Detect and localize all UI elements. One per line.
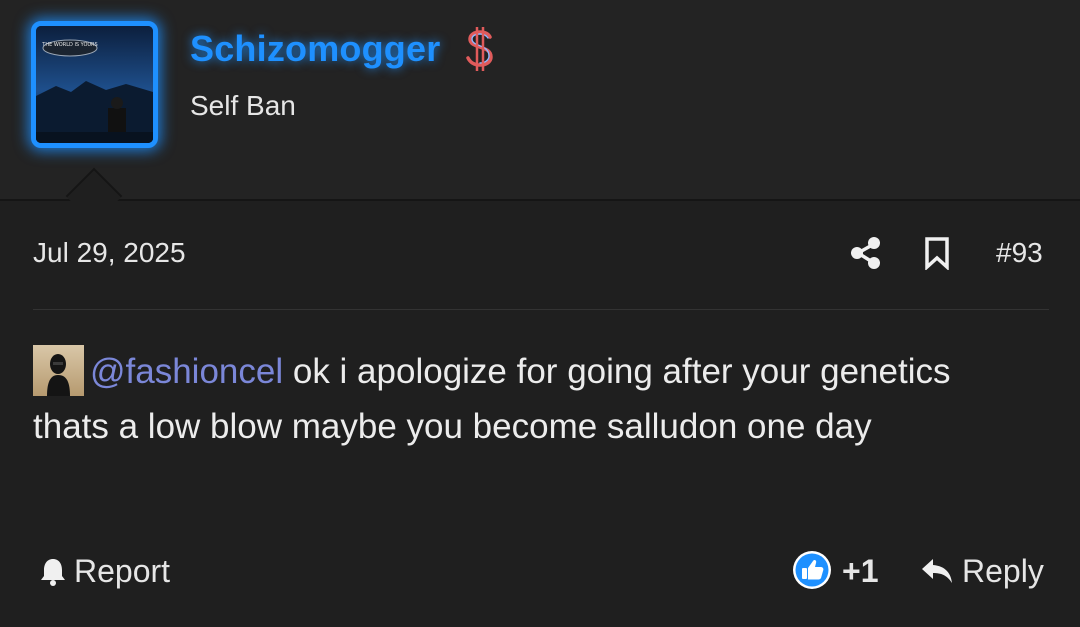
report-label: Report (74, 552, 171, 589)
content-divider (33, 309, 1049, 310)
post-number-link[interactable]: #93 (996, 237, 1043, 269)
post-header (0, 0, 1080, 200)
bookmark-icon[interactable] (924, 236, 950, 270)
reply-button[interactable]: Reply (920, 551, 1044, 591)
user-mention-link[interactable]: @fashioncel (90, 352, 283, 391)
reply-arrow-icon (922, 559, 952, 583)
header-separator (0, 199, 1080, 201)
user-title: Self Ban (190, 90, 296, 121)
bell-icon (41, 559, 65, 586)
post-date[interactable]: Jul 29, 2025 (33, 237, 186, 269)
avatar-sign-text: THE WORLD IS YOURS (41, 42, 97, 48)
dollar-sign-icon (466, 27, 493, 71)
report-button[interactable]: Report (38, 551, 170, 591)
reply-label: Reply (962, 552, 1044, 589)
avatar-image: THE WORLD IS YOURS (36, 26, 153, 143)
share-icon[interactable] (850, 236, 882, 270)
username[interactable]: Schizomogger (190, 28, 440, 70)
reaction-count[interactable]: +1 (842, 553, 878, 590)
like-reaction-icon[interactable] (792, 550, 832, 590)
user-avatar[interactable]: THE WORLD IS YOURS (31, 21, 158, 148)
post-body: @fashioncel ok i apologize for going aft… (33, 344, 1033, 454)
